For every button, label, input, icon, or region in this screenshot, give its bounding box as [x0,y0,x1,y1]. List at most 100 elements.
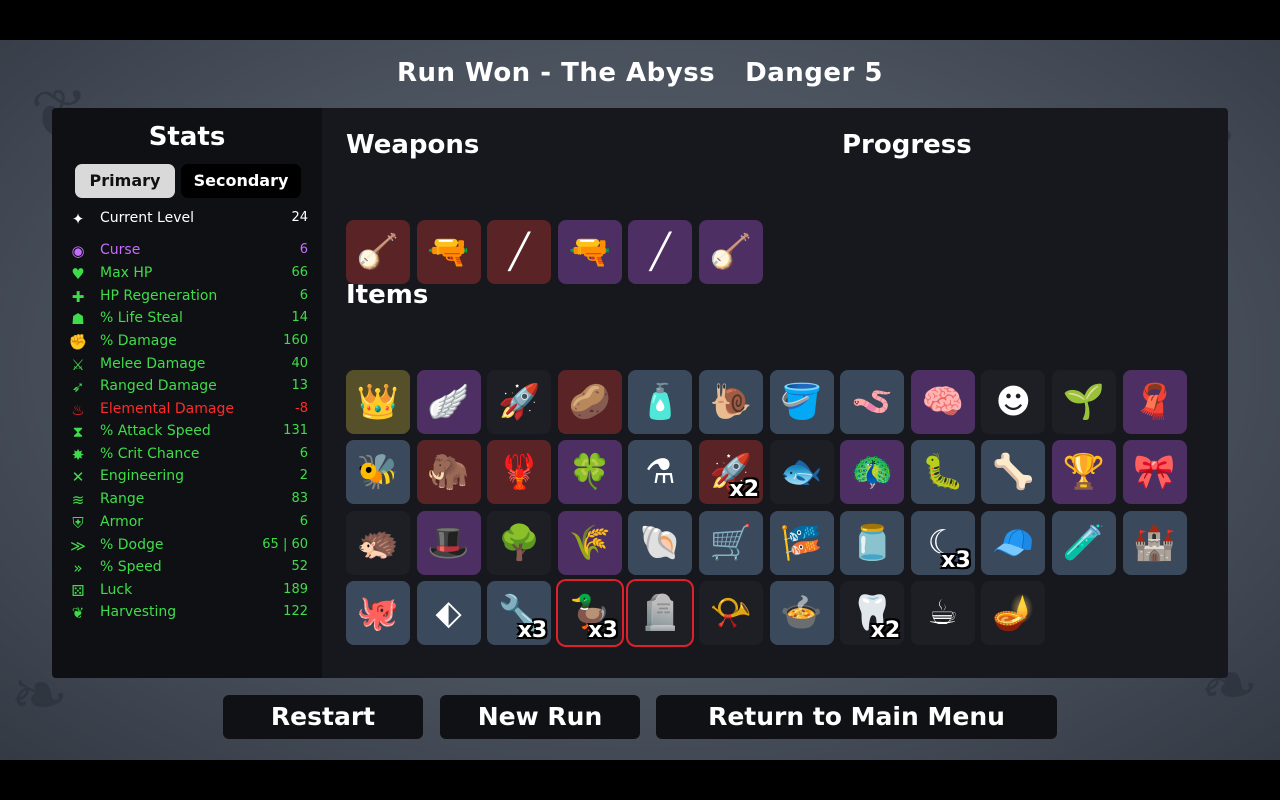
stat-name: Curse [100,242,141,258]
item-slot[interactable]: 🚀 x2 [699,440,763,504]
snail-icon: 🐌 [709,382,753,422]
wheat-icon: 🌾 [568,523,611,563]
item-slot[interactable]: 🦷 x2 [840,581,905,645]
item-slot[interactable]: 🦴 [981,440,1046,504]
flute-icon: ╱ [508,232,530,272]
item-slot[interactable]: 🪦 [628,581,693,645]
stat-name: Current Level [100,210,194,226]
speed-icon: » [73,559,83,577]
melee-icon: ⚔ [71,356,85,374]
weapon-slot[interactable]: ╱ [487,220,552,284]
item-slot[interactable]: 🐙 [346,581,410,645]
run-result-title: Run Won - The Abyss Danger 5 [0,58,1280,88]
return-to-main-menu-button[interactable]: Return to Main Menu [656,695,1057,739]
item-slot[interactable]: 🐛 [910,440,975,504]
stat-row: ♥ Max HP 66 [68,263,308,285]
item-slot[interactable]: ⬖ [416,581,481,645]
tree-icon: 🌳 [498,523,541,563]
item-slot[interactable]: ⚗ [628,440,693,504]
item-slot[interactable]: 📯 [699,581,763,645]
item-slot[interactable]: 🦚 [840,440,905,504]
item-slot[interactable]: 🛒 [699,511,763,575]
item-slot[interactable]: 🍲 [769,581,834,645]
new-run-button[interactable]: New Run [440,695,640,739]
item-slot[interactable]: 🧠 [910,370,975,434]
stat-value: 13 [291,378,308,393]
stat-value: 66 [291,265,308,280]
item-slot[interactable]: 🐟 [769,440,834,504]
item-slot[interactable]: 🪱 [840,370,905,434]
cauldron-bones-icon: 🦴 [992,452,1035,492]
armor-icon: ⛨ [72,514,84,532]
stat-name: Range [100,491,145,507]
item-slot[interactable]: ☕ [910,581,975,645]
stat-value: 83 [291,491,308,506]
item-slot[interactable]: 🪽 [416,370,481,434]
item-slot[interactable]: 🪣 [769,370,834,434]
item-slot[interactable]: 🌳 [487,511,552,575]
stat-row: ≋ Range 83 [68,489,308,511]
item-slot[interactable]: ☾ x3 [910,511,975,575]
stat-value: 6 [299,446,308,461]
weapon-slot[interactable]: 🔫 [416,220,481,284]
danger-level-text: Danger 5 [745,58,884,88]
weapon-slot[interactable]: ╱ [628,220,693,284]
item-slot[interactable]: 🧴 [628,370,693,434]
weapon-slot[interactable]: 🔫 [557,220,622,284]
run-summary-panel: Stats Primary Secondary ✦ Current Level 24… [52,108,1228,678]
wasp-icon: 🐝 [356,452,400,492]
item-slot[interactable]: ☻ [981,370,1046,434]
genie-lamp-icon: 🪔 [992,593,1035,633]
item-slot[interactable]: 🔧 x3 [487,581,552,645]
item-slot[interactable]: 🫙 [840,511,905,575]
shell-icon: ⬖ [435,593,462,633]
item-slot[interactable]: 🐝 [346,440,410,504]
propeller-hat-icon: 🧢 [992,523,1035,563]
item-slot[interactable]: 🎀 [1122,440,1187,504]
damage-icon: ✊ [68,333,88,351]
item-slot[interactable]: 🎏 [769,511,834,575]
quantity-badge: x3 [517,618,548,643]
item-slot[interactable]: 🚀 [487,370,552,434]
lobster-claw-icon: 🦞 [498,452,541,492]
item-slot[interactable]: 🧢 [981,511,1046,575]
item-slot[interactable]: 🍀 [557,440,622,504]
restart-button[interactable]: Restart [223,695,423,739]
quantity-badge: x3 [941,548,971,573]
item-slot[interactable]: 🏰 [1122,511,1187,575]
elemental-icon: ♨ [71,401,85,419]
potion-icon: ⚗ [645,452,676,492]
crit-icon: ✸ [71,446,85,464]
letterbox-bottom [0,760,1280,800]
item-slot[interactable]: 🦆 x3 [557,581,622,645]
item-slot[interactable]: 🧪 [1052,511,1116,575]
weapon-slot[interactable]: 🪕 [346,220,410,284]
item-slot[interactable]: 🐚 [628,511,693,575]
weapon-slot[interactable]: 🪕 [699,220,763,284]
item-slot[interactable]: 🪔 [981,581,1046,645]
item-slot[interactable]: 🥔 [557,370,622,434]
attack-speed-icon: ⧗ [72,423,84,441]
item-slot[interactable]: 🌱 [1052,370,1116,434]
tab-secondary[interactable]: Secondary [181,164,301,198]
item-slot[interactable]: 🎩 [416,511,481,575]
potato-icon: 🥔 [568,382,611,422]
hedgehog-icon: 🦔 [356,523,400,563]
flute-icon: ╱ [650,232,671,272]
whistle-icon: 📯 [709,593,753,633]
range-icon: ≋ [71,491,85,509]
tab-primary[interactable]: Primary [75,164,175,198]
lifesteal-icon: ☗ [71,310,85,328]
item-slot[interactable]: 🦣 [416,440,481,504]
bowler-hat-icon: 🎩 [427,523,470,563]
wings-icon: 🪽 [427,382,470,422]
item-slot[interactable]: 🦔 [346,511,410,575]
stat-value: 40 [291,356,308,371]
item-slot[interactable]: 🧣 [1122,370,1187,434]
item-slot[interactable]: 🐌 [699,370,763,434]
item-slot[interactable]: 🌾 [557,511,622,575]
item-slot[interactable]: 🦞 [487,440,552,504]
item-slot[interactable]: 👑 [346,370,410,434]
stat-row: ✸ % Crit Chance 6 [68,444,308,466]
item-slot[interactable]: 🏆 [1052,440,1116,504]
